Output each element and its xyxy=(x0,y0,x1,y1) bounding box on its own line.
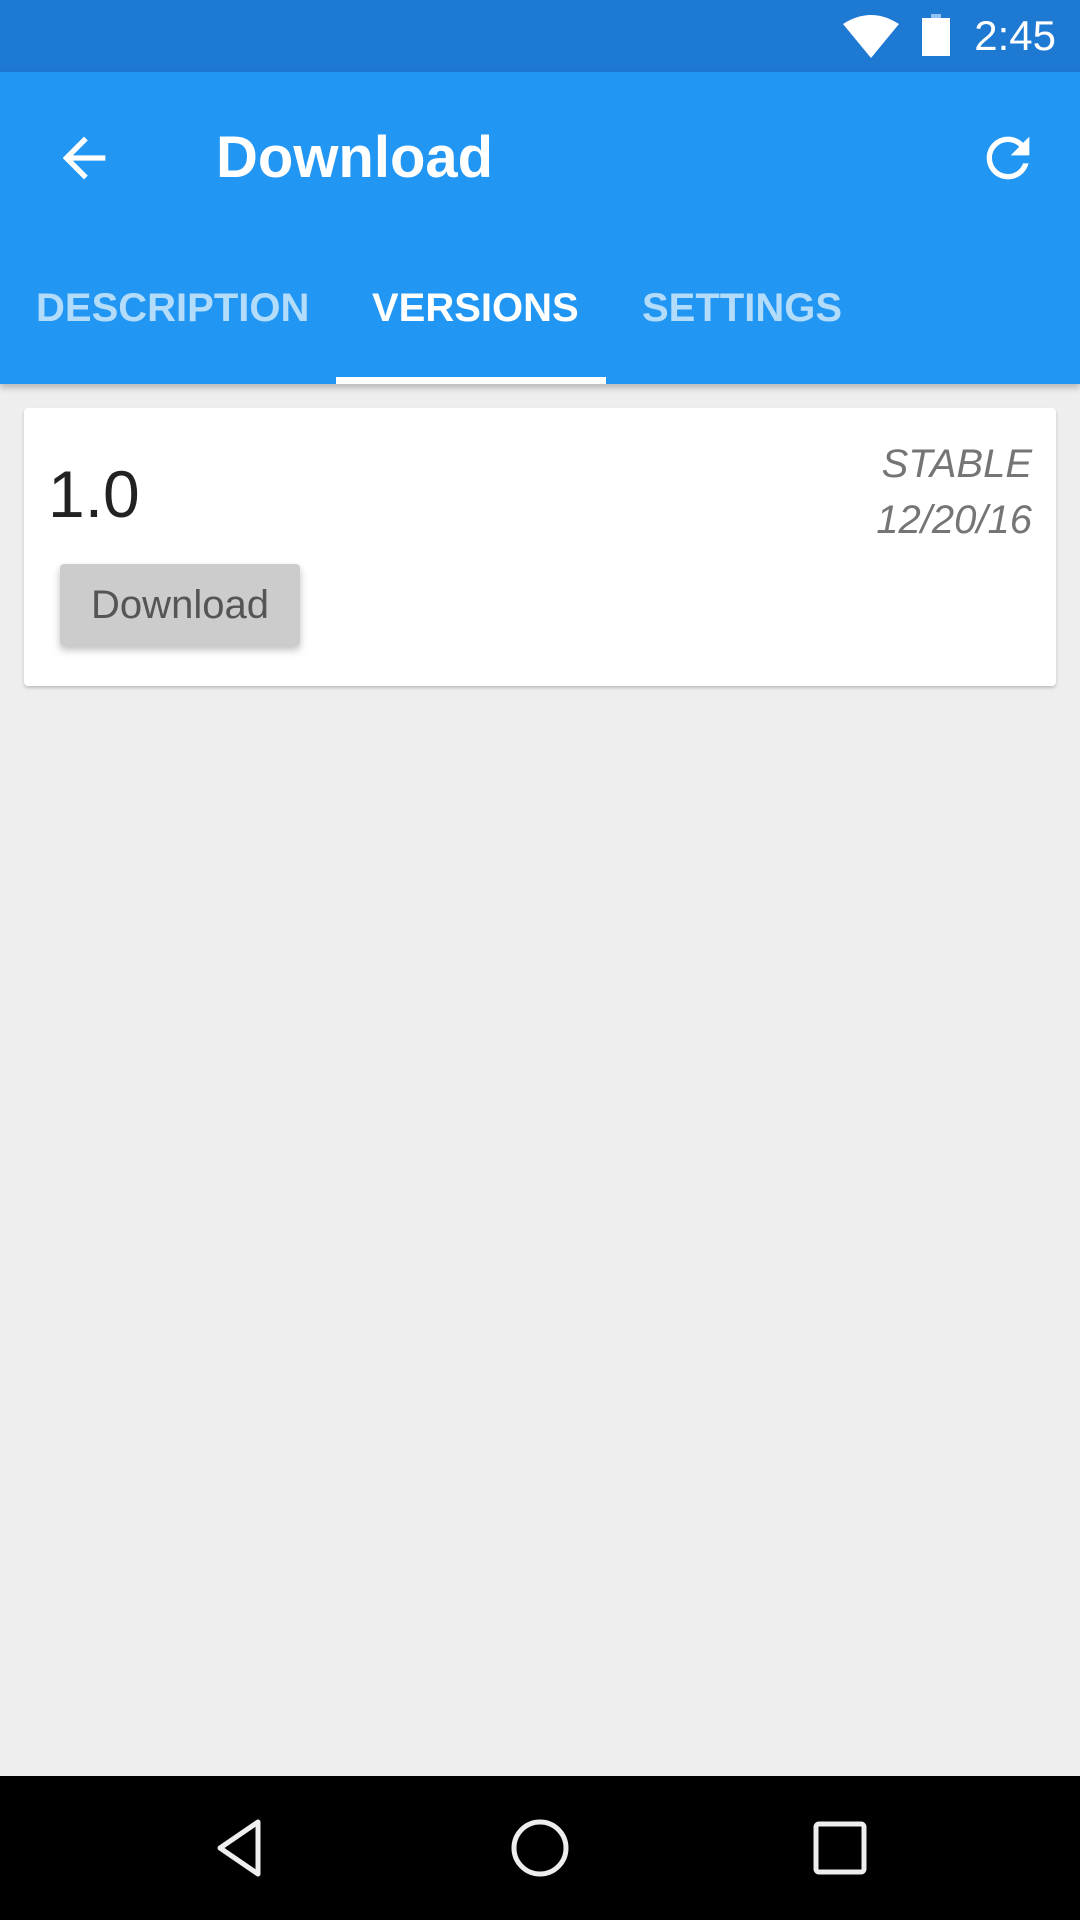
page-title: Download xyxy=(216,125,494,190)
navigation-bar xyxy=(0,1776,1080,1920)
nav-recents-icon[interactable] xyxy=(810,1818,870,1878)
nav-back-icon[interactable] xyxy=(210,1818,270,1878)
wifi-icon xyxy=(843,15,899,58)
download-button[interactable]: Download xyxy=(60,564,300,646)
version-card: 1.0 STABLE 12/20/16 Download xyxy=(24,408,1056,686)
tab-description[interactable]: DESCRIPTION xyxy=(36,286,309,331)
status-bar: 2:45 xyxy=(0,0,1080,72)
arrow-back-icon[interactable] xyxy=(52,126,116,190)
app-bar: Download DESCRIPTION VERSIONS SETTINGS xyxy=(0,72,1080,384)
tab-settings[interactable]: SETTINGS xyxy=(642,286,842,331)
tab-versions[interactable]: VERSIONS xyxy=(372,286,579,331)
version-number: 1.0 xyxy=(48,457,140,531)
nav-home-icon[interactable] xyxy=(510,1818,570,1878)
battery-icon xyxy=(922,14,950,56)
status-time: 2:45 xyxy=(974,12,1056,59)
refresh-icon[interactable] xyxy=(976,126,1040,190)
active-tab-indicator xyxy=(336,377,606,384)
release-date: 12/20/16 xyxy=(876,498,1032,542)
release-channel: STABLE xyxy=(881,442,1032,486)
